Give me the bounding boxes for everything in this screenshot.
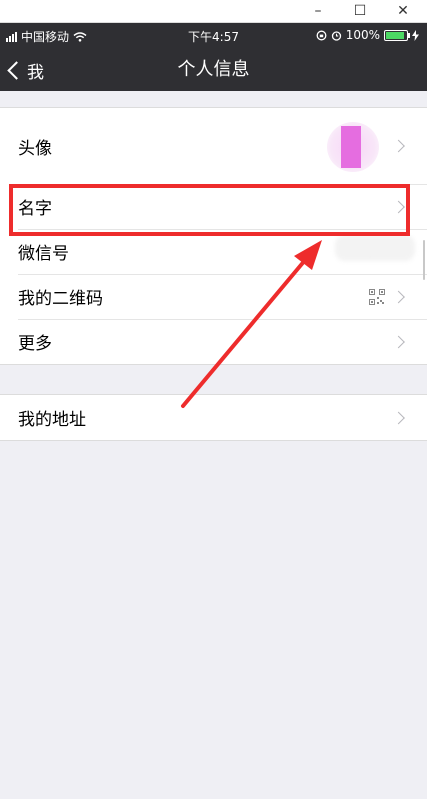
profile-group: 头像 名字 微信号 /3 我的二维码 更多 [0, 107, 427, 365]
charging-icon [412, 29, 419, 41]
qr-code-label: 我的二维码 [18, 289, 103, 309]
avatar-image [341, 126, 361, 168]
avatar-label: 头像 [18, 138, 52, 159]
address-label: 我的地址 [18, 410, 86, 430]
status-bar: 中国移动 下午4:57 100% [0, 23, 427, 49]
address-group: 我的地址 [0, 394, 427, 441]
battery-percent: 100% [345, 28, 380, 42]
navigation-bar: 我 个人信息 [0, 49, 427, 91]
battery-icon [384, 29, 410, 41]
scrollbar[interactable] [423, 240, 425, 280]
alarm-icon [331, 30, 341, 41]
chevron-right-icon [392, 290, 405, 303]
address-row[interactable]: 我的地址 [0, 395, 427, 440]
qr-code-row[interactable]: 我的二维码 [0, 274, 427, 319]
more-label: 更多 [18, 334, 52, 354]
close-window-button[interactable]: ✕ [383, 0, 423, 22]
blurred-id-mask [335, 235, 415, 261]
maximize-icon: ☐ [353, 3, 367, 19]
chevron-right-icon [392, 139, 405, 153]
avatar-row[interactable]: 头像 [0, 108, 427, 184]
chevron-right-icon [392, 335, 405, 348]
page-title: 个人信息 [177, 59, 250, 80]
minimize-icon: – [314, 3, 322, 19]
chevron-right-icon [392, 411, 405, 424]
highlight-box [9, 184, 410, 236]
more-row[interactable]: 更多 [0, 319, 427, 364]
battery-level [386, 31, 404, 39]
minimize-button[interactable]: – [298, 0, 338, 22]
wechat-id-label: 微信号 [18, 244, 69, 264]
maximize-button[interactable]: ☐ [340, 0, 380, 22]
close-icon: ✕ [397, 3, 409, 19]
window-titlebar: – ☐ ✕ [0, 0, 427, 23]
lock-rotation-icon [316, 30, 327, 40]
avatar [327, 122, 379, 172]
qr-code-icon [369, 288, 385, 305]
